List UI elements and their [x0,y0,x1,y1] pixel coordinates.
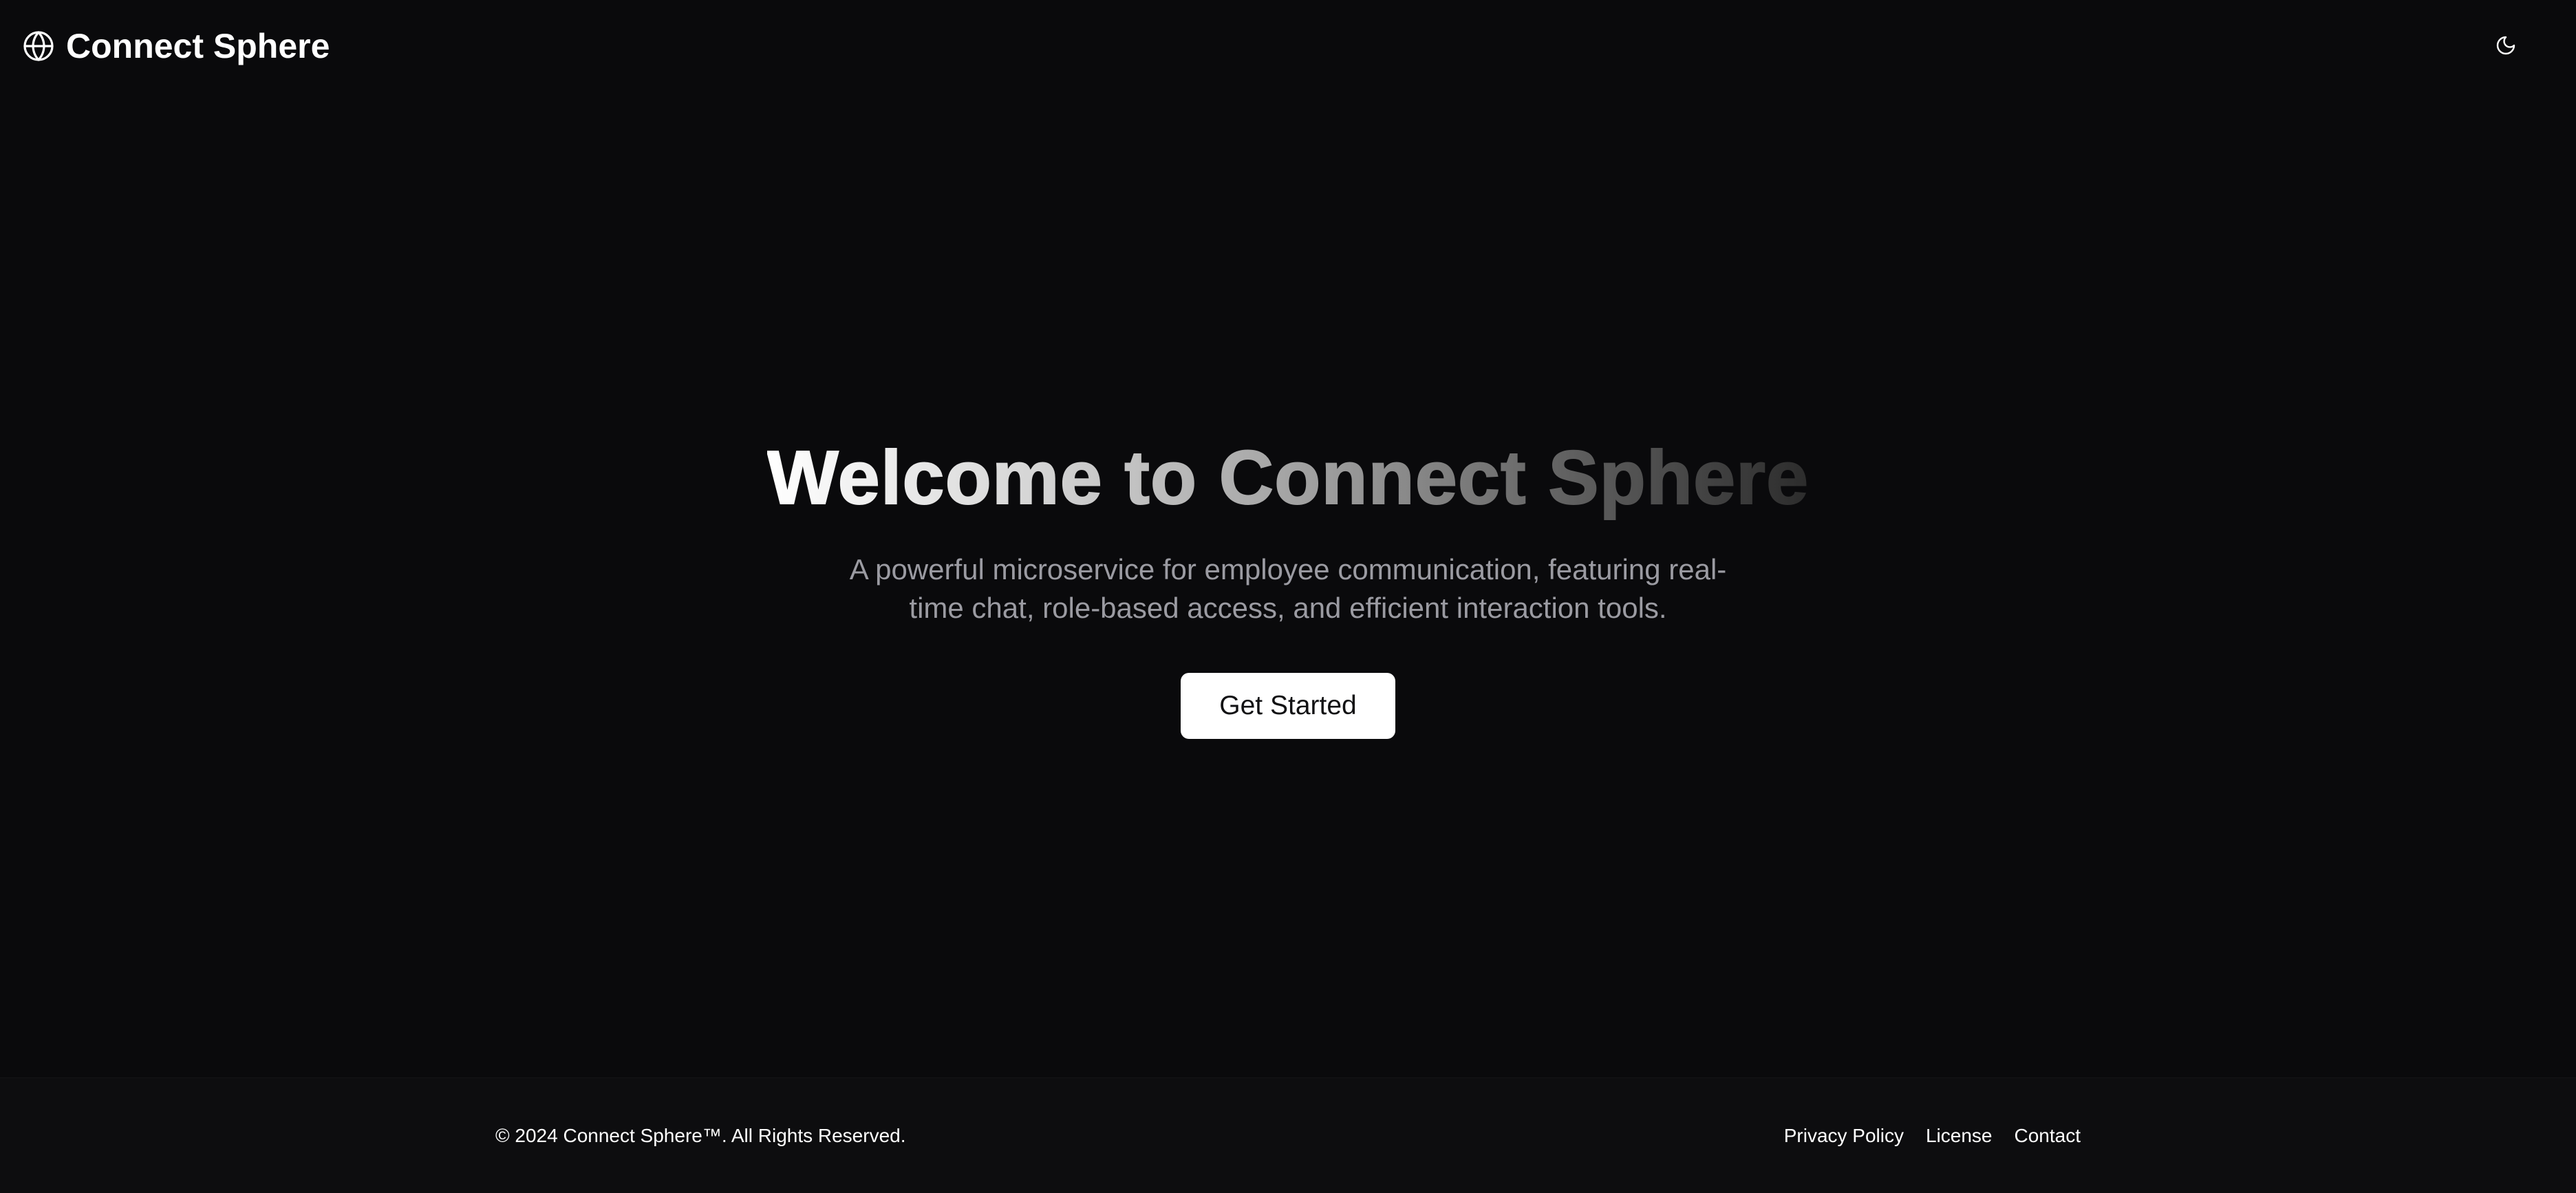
get-started-button[interactable]: Get Started [1181,673,1395,739]
privacy-policy-link[interactable]: Privacy Policy [1784,1125,1904,1147]
copyright-text: © 2024 Connect Sphere™. All Rights Reser… [495,1125,906,1146]
hero-subtitle: A powerful microservice for employee com… [849,553,1727,624]
brand-name: Connect Sphere [66,27,330,65]
footer: © 2024 Connect Sphere™. All Rights Reser… [0,1077,2576,1193]
brand-logo[interactable]: Connect Sphere [22,23,330,69]
moon-icon [2496,36,2515,55]
hero-title: Welcome to Connect Sphere [766,427,1809,530]
top-navbar: Connect Sphere [0,0,2576,94]
contact-link[interactable]: Contact [2015,1125,2081,1147]
hero-section: Welcome to Connect Sphere A powerful mic… [0,427,2576,739]
license-link[interactable]: License [1926,1125,1993,1147]
globe-icon [23,31,54,61]
landing-page: Connect Sphere Welcome to Connect Sphere… [0,0,2576,1193]
theme-toggle-button[interactable] [2491,30,2521,61]
footer-links: Privacy Policy License Contact [1784,1078,2081,1193]
